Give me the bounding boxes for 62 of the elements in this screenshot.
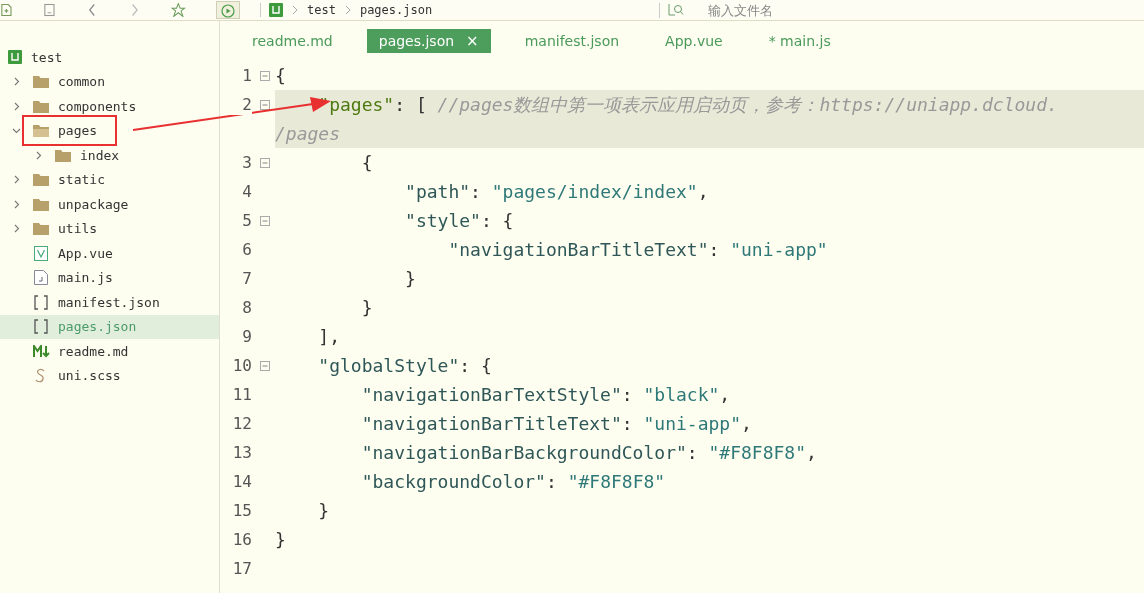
folder-icon [33,75,49,89]
breadcrumb-item[interactable]: pages.json [359,3,433,17]
tree-item[interactable]: common [0,69,219,94]
project-icon [269,3,283,17]
brackets-icon [33,319,49,335]
code-line: { [275,65,286,86]
markdown-icon [32,344,50,358]
project-icon [8,50,22,65]
chevron-icon [343,5,352,15]
tree-item[interactable]: pages [0,118,219,143]
code-line: "pages": [ //pages数组中第一项表示应用启动页，参考：https://uniapp.dcloud. [317,92,1058,117]
fold-icon[interactable] [259,360,270,371]
file-icon [34,245,48,261]
code-line: ], [317,326,341,347]
tree-item[interactable]: manifest.json [0,290,219,315]
code-line: /pages [275,123,341,144]
code-line: } [404,268,416,289]
code-line: "path": "pages/index/index", [404,181,709,202]
code-line: { [360,152,373,173]
run-button[interactable] [216,1,240,19]
code-line: "globalStyle": { [317,355,492,376]
file-icon [34,270,48,286]
editor-tab[interactable]: readme.md [240,29,345,53]
tree-item[interactable]: unpackage [0,192,219,217]
code-line: "navigationBarTitleText": "uni-app" [447,239,828,260]
tree-item[interactable]: main.js [0,265,219,290]
save-icon[interactable] [42,3,56,17]
search-field[interactable]: 输入文件名 [659,2,1144,18]
code-line: "navigationBarTitleText": "uni-app", [360,413,752,434]
fold-icon[interactable] [259,215,270,226]
tree-item[interactable]: utils [0,216,219,241]
tree-item[interactable]: index [0,143,219,168]
tree-item[interactable]: uni.scss [0,363,219,388]
folder-icon [33,222,49,236]
code-line: "navigationBarTextStyle": "black", [360,384,731,405]
code-line: "style": { [404,210,514,231]
folder-icon [33,173,49,187]
tree-item[interactable]: readme.md [0,339,219,364]
folder-icon [55,148,71,162]
tree-item[interactable]: components [0,94,219,119]
folder-icon [33,99,49,113]
folder-icon [33,197,49,211]
fold-icon[interactable] [259,157,270,168]
new-file-icon[interactable] [0,3,13,17]
fold-icon[interactable] [259,99,270,110]
breadcrumb-item[interactable]: test [307,3,336,17]
code-line: } [360,297,373,318]
code-line: } [275,529,286,550]
tree-item[interactable]: static [0,167,219,192]
project-root[interactable]: test [0,45,219,70]
tree-item[interactable]: App.vue [0,241,219,266]
brackets-icon [33,294,49,310]
code-line: "backgroundColor": "#F8F8F8" [360,471,666,492]
fold-icon[interactable] [259,70,270,81]
star-icon[interactable] [171,3,186,17]
chevron-icon [291,5,299,15]
search-icon [668,3,684,17]
folder-icon [33,124,49,138]
editor-tab[interactable]: * main.js [756,29,843,53]
search-input[interactable]: 输入文件名 [708,2,908,18]
code-line: "navigationBarBackgroundColor": "#F8F8F8", [360,442,817,463]
code-line: } [317,500,330,521]
